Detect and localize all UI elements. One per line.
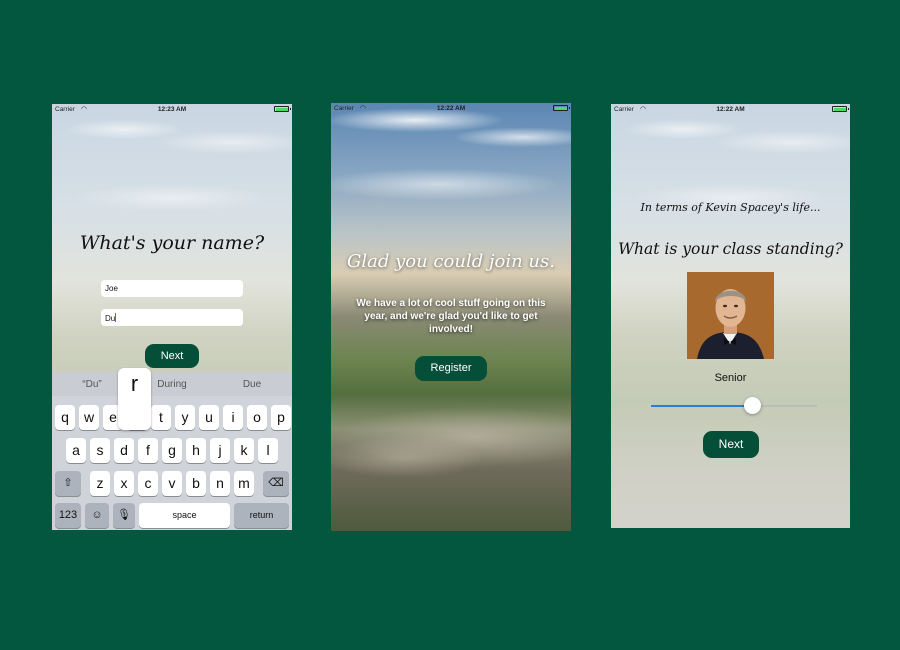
- next-button[interactable]: Next: [145, 344, 199, 368]
- class-standing-slider[interactable]: [651, 397, 817, 414]
- status-bar: Carrier ◠ 12:23 AM: [52, 104, 292, 116]
- keyboard: “Du” During Due q w e r t y u i o p a s …: [52, 372, 292, 530]
- clock: 12:22 AM: [716, 106, 745, 113]
- key-z[interactable]: z: [90, 471, 110, 496]
- battery-icon: [553, 105, 570, 111]
- numbers-key[interactable]: 123: [55, 503, 81, 528]
- key-p[interactable]: p: [271, 405, 291, 430]
- screen-name-entry: Carrier ◠ 12:23 AM What's your name? Joe…: [52, 104, 292, 530]
- key-s[interactable]: s: [90, 438, 110, 463]
- key-j[interactable]: j: [210, 438, 230, 463]
- key-f[interactable]: f: [138, 438, 158, 463]
- screen-class-standing: Carrier ◠ 12:22 AM In terms of Kevin Spa…: [611, 104, 850, 528]
- key-h[interactable]: h: [186, 438, 206, 463]
- key-n[interactable]: n: [210, 471, 230, 496]
- key-c[interactable]: c: [138, 471, 158, 496]
- key-o[interactable]: o: [247, 405, 267, 430]
- last-name-field[interactable]: Du: [101, 309, 243, 326]
- suggestion-item[interactable]: Due: [212, 379, 292, 390]
- text-caret: [115, 313, 117, 322]
- last-name-value: Du: [105, 314, 116, 323]
- key-q[interactable]: q: [55, 405, 75, 430]
- register-button[interactable]: Register: [415, 356, 487, 381]
- profile-photo: [687, 272, 774, 359]
- key-a[interactable]: a: [66, 438, 86, 463]
- clock: 12:22 AM: [436, 105, 466, 112]
- welcome-message: We have a lot of cool stuff going on thi…: [356, 298, 546, 335]
- emoji-icon[interactable]: ☺: [85, 503, 109, 528]
- key-t[interactable]: t: [151, 405, 171, 430]
- key-i[interactable]: i: [223, 405, 243, 430]
- clock: 12:23 AM: [157, 106, 187, 113]
- class-standing-label: Senior: [714, 372, 747, 384]
- page-title: What's your name?: [79, 232, 265, 254]
- key-b[interactable]: b: [186, 471, 206, 496]
- question-title: What is your class standing?: [618, 240, 843, 258]
- key-w[interactable]: w: [79, 405, 99, 430]
- key-k[interactable]: k: [234, 438, 254, 463]
- next-button[interactable]: Next: [703, 431, 759, 458]
- key-u[interactable]: u: [199, 405, 219, 430]
- key-l[interactable]: l: [258, 438, 278, 463]
- return-key[interactable]: return: [234, 503, 289, 528]
- welcome-title: Glad you could join us.: [347, 251, 555, 272]
- key-d[interactable]: d: [114, 438, 134, 463]
- first-name-field[interactable]: Joe: [101, 280, 243, 297]
- microphone-icon[interactable]: 🎙: [113, 503, 135, 528]
- intro-text: In terms of Kevin Spacey's life...: [640, 201, 821, 214]
- space-key[interactable]: space: [139, 503, 230, 528]
- shift-icon[interactable]: ⇧: [55, 471, 81, 496]
- screen-welcome: Carrier ◠ 12:22 AM Glad you could join u…: [331, 103, 571, 531]
- status-bar: Carrier ◠ 12:22 AM: [331, 103, 571, 115]
- key-m[interactable]: m: [234, 471, 254, 496]
- key-x[interactable]: x: [114, 471, 134, 496]
- battery-icon: [832, 106, 849, 112]
- key-g[interactable]: g: [162, 438, 182, 463]
- suggestion-bar: “Du” During Due: [52, 372, 292, 396]
- key-y[interactable]: y: [175, 405, 195, 430]
- key-popup: r: [118, 368, 151, 430]
- slider-fill: [651, 405, 753, 407]
- status-bar: Carrier ◠ 12:22 AM: [611, 104, 850, 116]
- battery-icon: [274, 106, 291, 112]
- key-v[interactable]: v: [162, 471, 182, 496]
- delete-icon[interactable]: ⌫: [263, 471, 289, 496]
